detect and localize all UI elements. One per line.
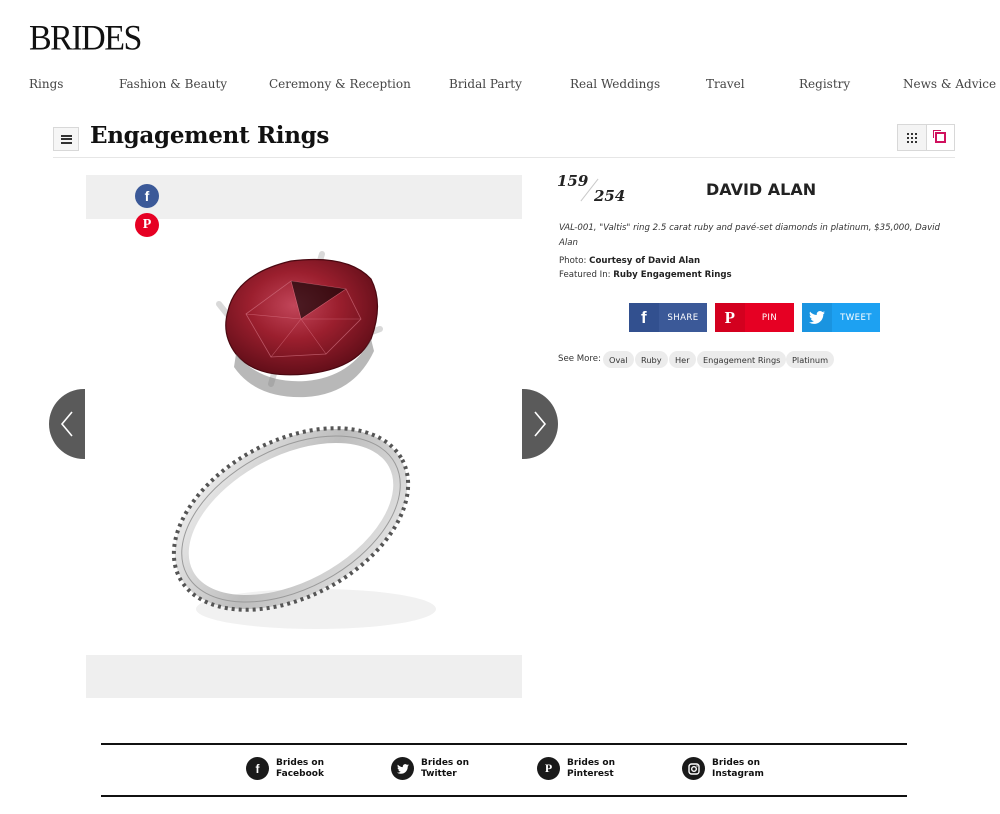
nav-item-news-advice[interactable]: News & Advice [903, 77, 996, 91]
single-view-button[interactable] [925, 125, 954, 150]
nav-item-bridal-party[interactable]: Bridal Party [449, 77, 522, 91]
photo-credit: Photo: Courtesy of David Alan [559, 256, 700, 266]
nav-item-real-weddings[interactable]: Real Weddings [570, 77, 660, 91]
tag-ruby[interactable]: Ruby [635, 351, 668, 368]
ruby-ring-illustration [171, 251, 436, 629]
photo-label: Photo: [559, 256, 587, 266]
menu-button[interactable] [53, 127, 79, 151]
pinterest-icon: P [715, 303, 745, 332]
hamburger-icon [60, 134, 72, 144]
pinterest-icon: P [537, 757, 560, 780]
follow-pinterest-line1: Brides on [567, 757, 616, 768]
twitter-icon [802, 303, 832, 332]
featured-in-link[interactable]: Ruby Engagement Rings [613, 270, 731, 280]
see-more-label: See More: [558, 354, 601, 364]
main-nav: Rings Fashion & Beauty Ceremony & Recept… [0, 77, 1000, 95]
grid-icon [906, 132, 917, 143]
twitter-tweet-button[interactable]: TWEET [802, 303, 880, 332]
tag-engagement-rings[interactable]: Engagement Rings [697, 351, 787, 368]
tag-platinum[interactable]: Platinum [786, 351, 835, 368]
slide-counter: 159 254 [557, 172, 629, 212]
view-toggle [897, 124, 955, 151]
chevron-left-icon [60, 411, 73, 437]
follow-facebook-link[interactable]: f Brides on Facebook [246, 757, 324, 780]
brides-logo[interactable]: BRIDES [29, 19, 142, 59]
total-slides-number: 254 [594, 187, 626, 205]
follow-pinterest-link[interactable]: P Brides on Pinterest [537, 757, 615, 780]
footer-bottom-rule [101, 795, 907, 797]
facebook-share-label: SHARE [667, 312, 699, 323]
slide-caption: VAL-001, "Valtis" ring 2.5 carat ruby an… [559, 223, 940, 248]
follow-twitter-line1: Brides on [421, 757, 470, 768]
follow-instagram-text: Brides on Instagram [712, 758, 764, 780]
follow-twitter-line2: Twitter [421, 768, 457, 779]
twitter-icon [391, 757, 414, 780]
nav-item-fashion-beauty[interactable]: Fashion & Beauty [119, 77, 227, 91]
follow-instagram-link[interactable]: Brides on Instagram [682, 757, 764, 780]
single-view-icon [932, 130, 946, 143]
pinterest-pin-button[interactable]: P PIN [715, 303, 794, 332]
nav-item-ceremony-reception[interactable]: Ceremony & Reception [269, 77, 411, 91]
chevron-right-icon [534, 411, 547, 437]
follow-twitter-text: Brides on Twitter [421, 758, 469, 780]
follow-pinterest-text: Brides on Pinterest [567, 758, 615, 780]
follow-pinterest-line2: Pinterest [567, 768, 614, 779]
page-title: Engagement Rings [90, 122, 330, 149]
follow-facebook-text: Brides on Facebook [276, 758, 324, 780]
photo-credit-value: Courtesy of David Alan [589, 256, 701, 266]
follow-instagram-line1: Brides on [712, 757, 761, 768]
title-divider [53, 157, 955, 158]
follow-instagram-line2: Instagram [712, 768, 764, 779]
facebook-share-button[interactable]: f SHARE [629, 303, 707, 332]
current-slide-number: 159 [557, 172, 589, 190]
follow-facebook-line1: Brides on [276, 757, 325, 768]
tag-oval[interactable]: Oval [603, 351, 634, 368]
nav-item-travel[interactable]: Travel [706, 77, 745, 91]
instagram-icon [682, 757, 705, 780]
twitter-tweet-label: TWEET [840, 312, 872, 323]
pinterest-pin-label: PIN [761, 312, 778, 323]
tag-her[interactable]: Her [669, 351, 696, 368]
slide-image[interactable] [86, 219, 522, 655]
next-slide-button[interactable] [522, 389, 558, 459]
footer-top-rule [101, 743, 907, 745]
designer-name: DAVID ALAN [706, 180, 817, 199]
grid-view-button[interactable] [898, 125, 926, 150]
featured-in: Featured In: Ruby Engagement Rings [559, 270, 732, 280]
facebook-icon: f [629, 303, 659, 332]
image-pinterest-pin-icon[interactable]: P [135, 213, 159, 237]
previous-slide-button[interactable] [49, 389, 85, 459]
nav-item-registry[interactable]: Registry [799, 77, 850, 91]
follow-twitter-link[interactable]: Brides on Twitter [391, 757, 469, 780]
featured-label: Featured In: [559, 270, 611, 280]
nav-item-rings[interactable]: Rings [29, 77, 63, 91]
image-facebook-share-icon[interactable]: f [135, 184, 159, 208]
facebook-icon: f [246, 757, 269, 780]
follow-facebook-line2: Facebook [276, 768, 324, 779]
